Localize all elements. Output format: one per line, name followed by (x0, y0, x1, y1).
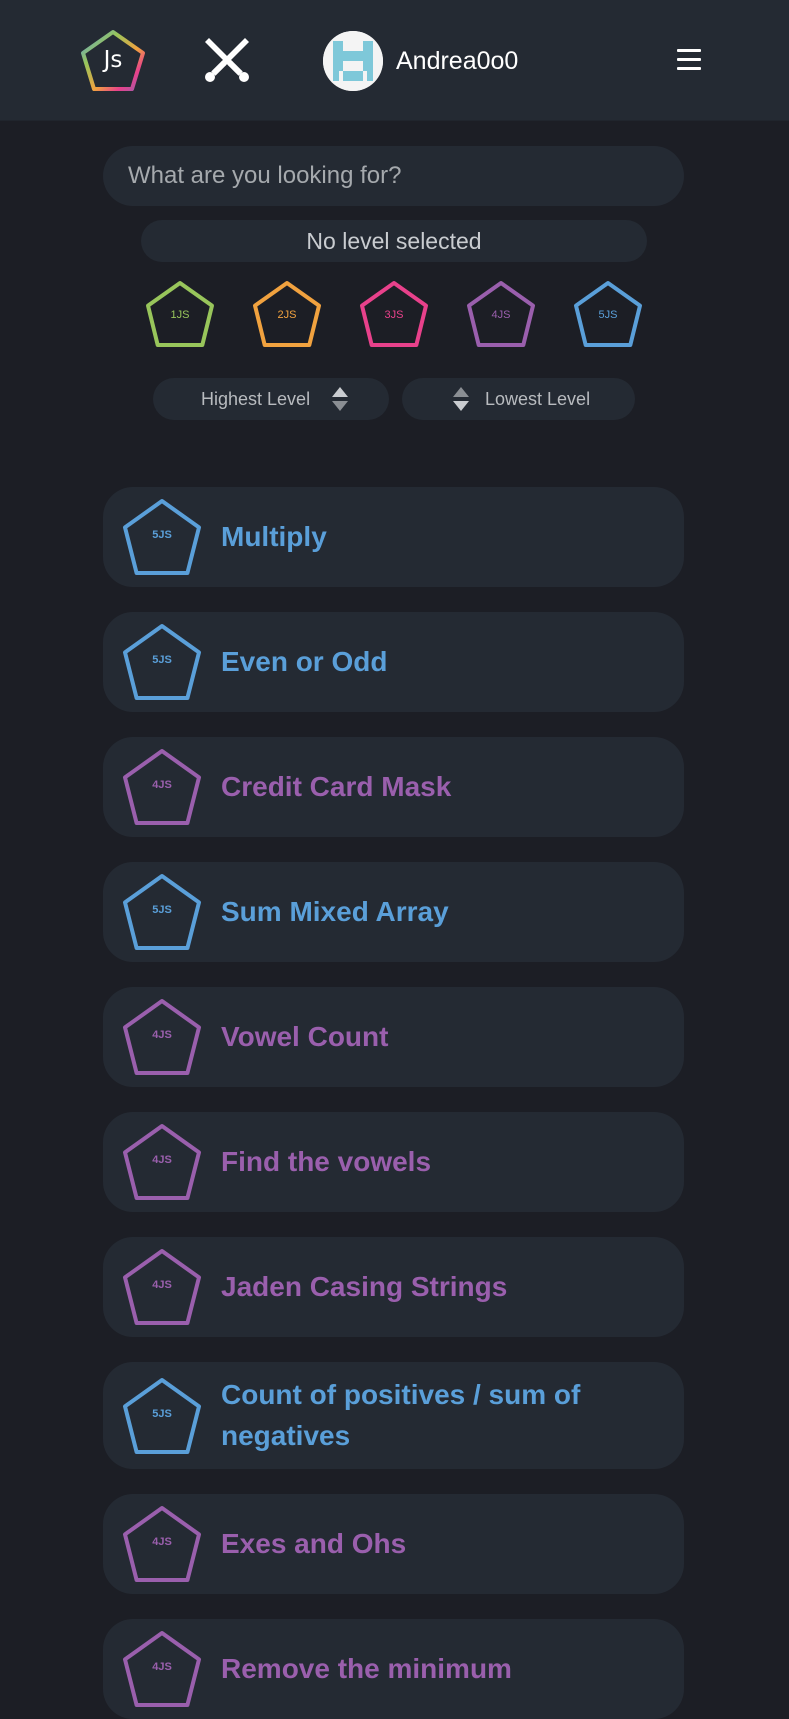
sort-highest-level-button[interactable]: Highest Level (153, 378, 389, 420)
kata-level-label: 5JS (152, 529, 172, 541)
kata-card[interactable]: 4JS Remove the minimum (103, 1619, 684, 1719)
level-filter-1js[interactable]: 1JS (144, 279, 216, 351)
level-filter-3js[interactable]: 3JS (358, 279, 430, 351)
kata-level-label: 5JS (152, 654, 172, 666)
level-filter-2js[interactable]: 2JS (251, 279, 323, 351)
kata-level-label: 5JS (152, 1408, 172, 1420)
kata-title[interactable]: Remove the minimum (221, 1648, 661, 1689)
kata-card[interactable]: 5JS Multiply (103, 487, 684, 587)
crossed-swords-icon[interactable] (203, 36, 251, 84)
kata-card[interactable]: 4JS Exes and Ohs (103, 1494, 684, 1594)
sort-arrows-icon (331, 386, 349, 412)
kata-level-badge-icon: 4JS (121, 1122, 203, 1202)
kata-level-label: 5JS (152, 904, 172, 916)
kata-level-label: 4JS (152, 779, 172, 791)
kata-card[interactable]: 5JS Even or Odd (103, 612, 684, 712)
kata-level-badge-icon: 5JS (121, 872, 203, 952)
kata-title[interactable]: Count of positives / sum of negatives (221, 1374, 661, 1456)
sort-highest-label: Highest Level (201, 389, 311, 409)
kata-title[interactable]: Jaden Casing Strings (221, 1266, 661, 1307)
kata-level-badge-icon: 4JS (121, 997, 203, 1077)
level-filter-label: 4JS (491, 309, 511, 321)
js-logo-icon[interactable]: Js (80, 29, 146, 93)
kata-title[interactable]: Multiply (221, 516, 661, 557)
level-filter-5js[interactable]: 5JS (572, 279, 644, 351)
kata-card[interactable]: 4JS Find the vowels (103, 1112, 684, 1212)
kata-level-badge-icon: 4JS (121, 1504, 203, 1584)
kata-level-badge-icon: 4JS (121, 1629, 203, 1709)
kata-card[interactable]: 4JS Vowel Count (103, 987, 684, 1087)
avatar[interactable] (323, 31, 383, 91)
kata-level-badge-icon: 5JS (121, 622, 203, 702)
kata-level-badge-icon: 4JS (121, 747, 203, 827)
username[interactable]: Andrea0o0 (396, 47, 518, 76)
top-navigation-bar: Js Andrea0o0 (0, 0, 789, 121)
level-filter-label: 1JS (170, 309, 190, 321)
search-input[interactable] (103, 146, 684, 206)
kata-level-label: 4JS (152, 1536, 172, 1548)
kata-title[interactable]: Exes and Ohs (221, 1523, 661, 1564)
sort-lowest-label: Lowest Level (485, 389, 591, 409)
kata-card[interactable]: 5JS Sum Mixed Array (103, 862, 684, 962)
logo-text: Js (103, 47, 123, 73)
kata-title[interactable]: Even or Odd (221, 641, 661, 682)
level-filter-label: 5JS (598, 309, 618, 321)
kata-level-label: 4JS (152, 1661, 172, 1673)
kata-title[interactable]: Vowel Count (221, 1016, 661, 1057)
kata-level-label: 4JS (152, 1029, 172, 1041)
kata-card[interactable]: 4JS Jaden Casing Strings (103, 1237, 684, 1337)
kata-card[interactable]: 4JS Credit Card Mask (103, 737, 684, 837)
kata-level-label: 4JS (152, 1154, 172, 1166)
kata-level-badge-icon: 5JS (121, 497, 203, 577)
sort-arrows-icon (452, 386, 470, 412)
kata-card[interactable]: 5JS Count of positives / sum of negatives (103, 1362, 684, 1469)
kata-level-badge-icon: 5JS (121, 1376, 203, 1456)
level-selection-status: No level selected (141, 220, 647, 262)
level-filter-label: 3JS (384, 309, 404, 321)
kata-title[interactable]: Find the vowels (221, 1141, 661, 1182)
level-filter-4js[interactable]: 4JS (465, 279, 537, 351)
kata-level-label: 4JS (152, 1279, 172, 1291)
kata-level-badge-icon: 4JS (121, 1247, 203, 1327)
kata-title[interactable]: Sum Mixed Array (221, 891, 661, 932)
hamburger-menu-icon[interactable] (677, 49, 703, 71)
sort-lowest-level-button[interactable]: Lowest Level (402, 378, 635, 420)
kata-title[interactable]: Credit Card Mask (221, 766, 661, 807)
level-filter-label: 2JS (277, 309, 297, 321)
